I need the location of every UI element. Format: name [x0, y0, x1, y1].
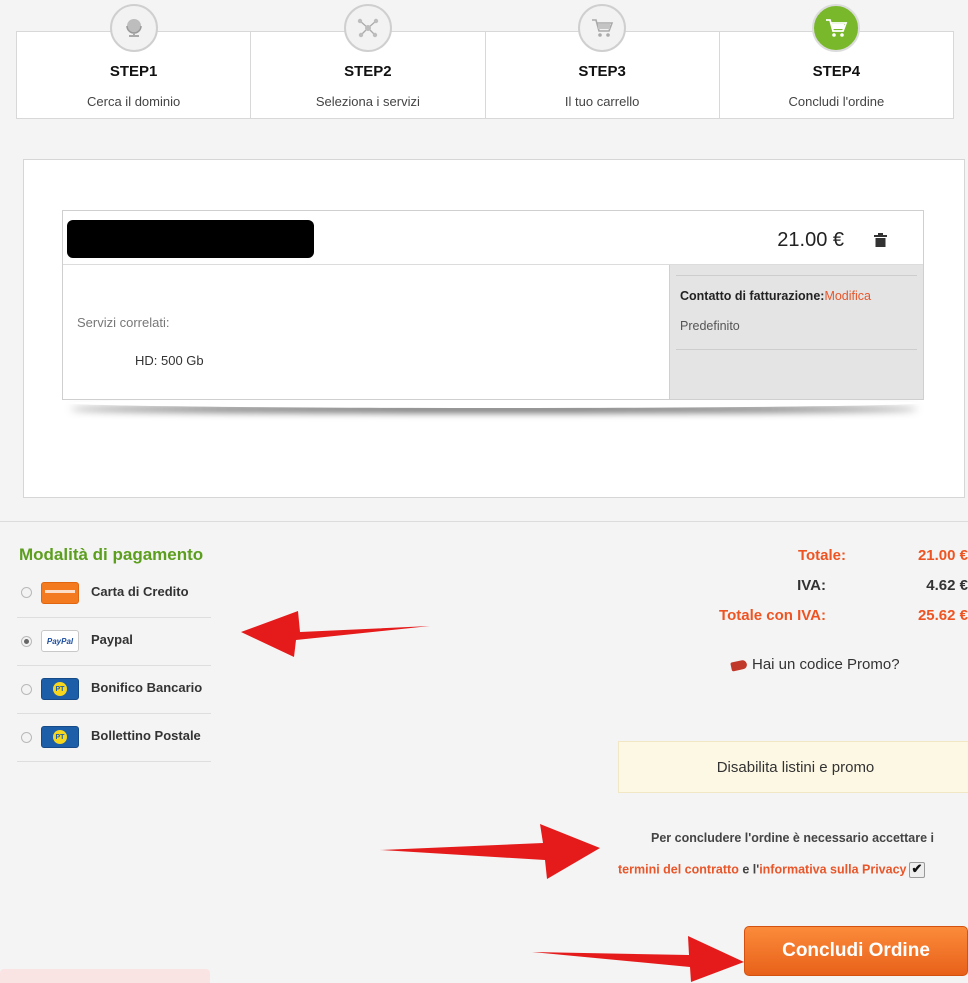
arrow-left-payment	[241, 611, 430, 657]
arrow-right-submit	[532, 936, 744, 982]
arrow-right-terms	[380, 824, 600, 879]
annotation-arrows	[241, 611, 744, 982]
